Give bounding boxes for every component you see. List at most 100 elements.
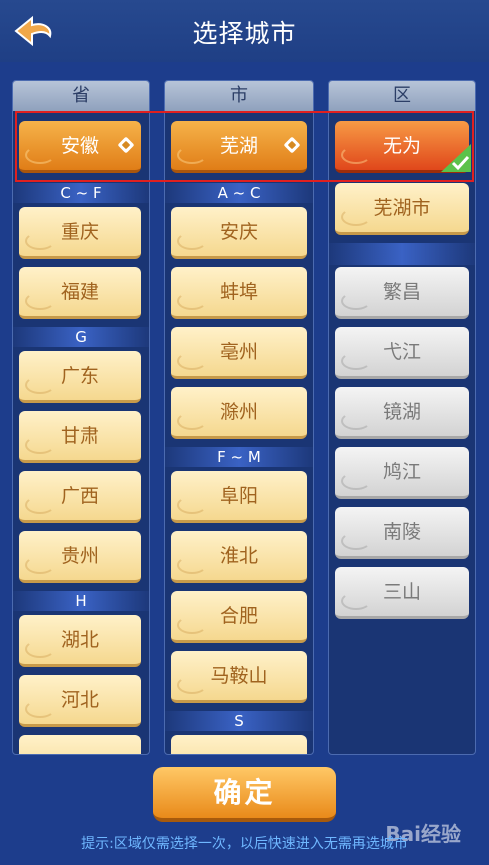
- page-title: 选择城市: [192, 19, 297, 48]
- header-bar: 选择城市: [0, 0, 489, 62]
- cloud-decoration: [177, 232, 207, 250]
- cloud-decoration: [25, 640, 55, 658]
- city-item[interactable]: 蚌埠: [171, 267, 307, 319]
- province-item-label: 湖北: [60, 629, 99, 651]
- city-item-label: 马鞍山: [210, 665, 268, 687]
- district-list[interactable]: 无为 芜湖市 繁昌 弋江 镜湖 鸠江 南陵 三山: [329, 111, 475, 754]
- district-item-disabled[interactable]: 镜湖: [335, 387, 469, 439]
- district-item[interactable]: 芜湖市: [335, 183, 469, 235]
- province-column: 省 安徽 C ~ F 重庆 福建 G 广东 甘肃 广西 贵州 H 湖北 河北: [12, 80, 150, 755]
- cloud-decoration: [341, 352, 371, 370]
- city-column: 市 芜湖 A ~ C 安庆 蚌埠 亳州 滁州 F ~ M 阜阳 淮北 合肥 马鞍…: [164, 80, 314, 755]
- cloud-decoration: [177, 676, 207, 694]
- province-list[interactable]: 安徽 C ~ F 重庆 福建 G 广东 甘肃 广西 贵州 H 湖北 河北: [13, 111, 149, 754]
- city-item[interactable]: 滁州: [171, 387, 307, 439]
- province-selected-label: 安徽: [60, 135, 99, 157]
- city-item[interactable]: 阜阳: [171, 471, 307, 523]
- city-item-label: 滁州: [219, 401, 258, 423]
- checkmark-icon: [441, 144, 471, 172]
- city-item-label: 阜阳: [219, 485, 258, 507]
- province-item[interactable]: [19, 735, 141, 754]
- province-item[interactable]: 重庆: [19, 207, 141, 259]
- divider-bar: [329, 243, 475, 265]
- confirm-button[interactable]: 确定: [153, 767, 336, 822]
- province-selected-button[interactable]: 安徽: [19, 121, 141, 173]
- city-selected-label: 芜湖: [219, 135, 258, 157]
- dropdown-diamond-icon: [117, 136, 135, 154]
- district-item-label: 弋江: [382, 341, 421, 363]
- cloud-decoration: [341, 532, 371, 550]
- cloud-decoration: [177, 292, 207, 310]
- cloud-decoration: [25, 700, 55, 718]
- city-selected-button[interactable]: 芜湖: [171, 121, 307, 173]
- cloud-decoration: [177, 412, 207, 430]
- district-item-disabled[interactable]: 鸠江: [335, 447, 469, 499]
- province-item[interactable]: 甘肃: [19, 411, 141, 463]
- province-item[interactable]: 湖北: [19, 615, 141, 667]
- city-item[interactable]: 马鞍山: [171, 651, 307, 703]
- province-item[interactable]: 广东: [19, 351, 141, 403]
- district-item-label: 镜湖: [382, 401, 421, 423]
- cloud-decoration: [177, 496, 207, 514]
- letter-index-bar: S: [165, 711, 313, 731]
- province-item-label: 甘肃: [60, 425, 99, 447]
- province-item[interactable]: 贵州: [19, 531, 141, 583]
- cloud-decoration: [341, 412, 371, 430]
- cloud-decoration: [25, 496, 55, 514]
- city-item[interactable]: 合肥: [171, 591, 307, 643]
- cloud-decoration: [25, 146, 55, 164]
- province-item-label: 广西: [60, 485, 99, 507]
- province-item[interactable]: 河北: [19, 675, 141, 727]
- city-item-label: 亳州: [219, 341, 258, 363]
- city-item-label: 安庆: [219, 221, 258, 243]
- letter-index-bar: A ~ C: [165, 183, 313, 203]
- letter-index-bar: F ~ M: [165, 447, 313, 467]
- province-column-header: 省: [13, 81, 149, 111]
- province-item-label: 河北: [60, 689, 99, 711]
- district-item-disabled[interactable]: 繁昌: [335, 267, 469, 319]
- letter-index-bar: C ~ F: [13, 183, 149, 203]
- district-item-label: 南陵: [382, 521, 421, 543]
- cloud-decoration: [341, 472, 371, 490]
- province-item-label: 贵州: [60, 545, 99, 567]
- cloud-decoration: [341, 146, 371, 164]
- cloud-decoration: [25, 376, 55, 394]
- cloud-decoration: [177, 146, 207, 164]
- province-item-label: 福建: [60, 281, 99, 303]
- cloud-decoration: [177, 556, 207, 574]
- city-item[interactable]: 淮北: [171, 531, 307, 583]
- city-item[interactable]: [171, 735, 307, 754]
- cloud-decoration: [25, 232, 55, 250]
- cloud-decoration: [341, 592, 371, 610]
- district-item-label: 繁昌: [382, 281, 421, 303]
- district-item-disabled[interactable]: 三山: [335, 567, 469, 619]
- province-item[interactable]: 广西: [19, 471, 141, 523]
- city-item-label: 合肥: [219, 605, 258, 627]
- district-column-header: 区: [329, 81, 475, 111]
- province-item-label: 重庆: [60, 221, 99, 243]
- district-selected-label: 无为: [382, 135, 421, 157]
- city-list[interactable]: 芜湖 A ~ C 安庆 蚌埠 亳州 滁州 F ~ M 阜阳 淮北 合肥 马鞍山 …: [165, 111, 313, 754]
- district-column: 区 无为 芜湖市 繁昌 弋江 镜湖 鸠江 南陵 三山: [328, 80, 476, 755]
- letter-index-bar: H: [13, 591, 149, 611]
- cloud-decoration: [341, 208, 371, 226]
- city-item-label: 蚌埠: [219, 281, 258, 303]
- province-item-label: 广东: [60, 365, 99, 387]
- province-item[interactable]: 福建: [19, 267, 141, 319]
- district-selected-button[interactable]: 无为: [335, 121, 471, 173]
- city-item[interactable]: 亳州: [171, 327, 307, 379]
- cloud-decoration: [25, 436, 55, 454]
- cloud-decoration: [177, 616, 207, 634]
- cloud-decoration: [177, 352, 207, 370]
- letter-index-bar: G: [13, 327, 149, 347]
- cloud-decoration: [25, 292, 55, 310]
- city-item-label: 淮北: [219, 545, 258, 567]
- district-item-label: 三山: [382, 581, 421, 603]
- district-item-label: 鸠江: [382, 461, 421, 483]
- cloud-decoration: [25, 556, 55, 574]
- district-item-label: 芜湖市: [373, 197, 431, 219]
- district-item-disabled[interactable]: 弋江: [335, 327, 469, 379]
- city-item[interactable]: 安庆: [171, 207, 307, 259]
- district-item-disabled[interactable]: 南陵: [335, 507, 469, 559]
- city-column-header: 市: [165, 81, 313, 111]
